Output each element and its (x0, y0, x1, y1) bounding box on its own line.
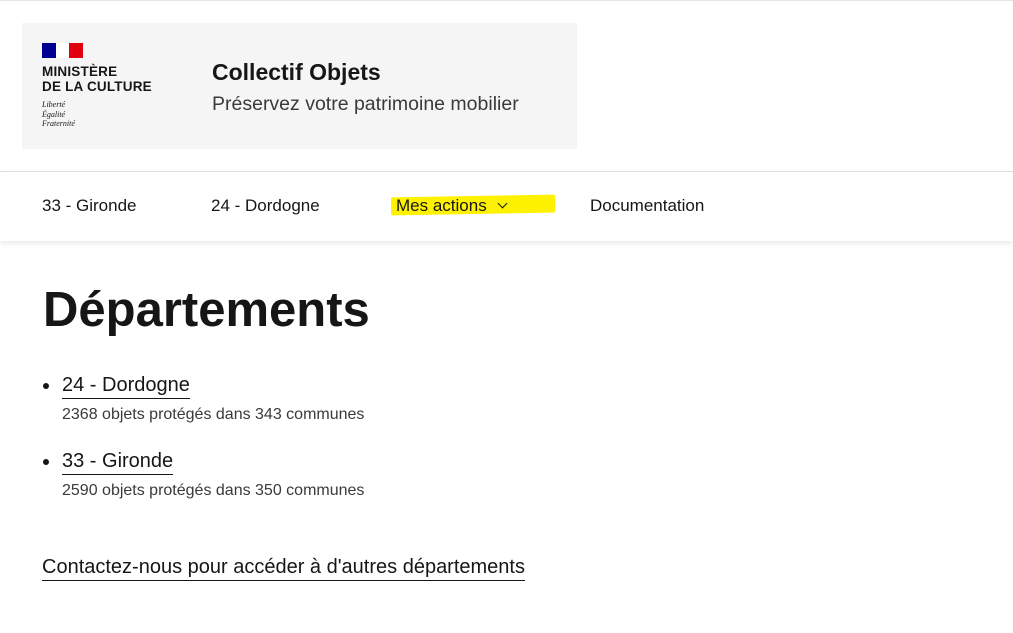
departments-list: 24 - Dordogne 2368 objets protégés dans … (43, 372, 743, 524)
list-item: 33 - Gironde 2590 objets protégés dans 3… (43, 448, 743, 524)
republic-motto: Liberté Égalité Fraternité (42, 100, 75, 129)
department-summary: 2590 objets protégés dans 350 communes (62, 482, 365, 499)
department-link-dordogne[interactable]: 24 - Dordogne (62, 372, 190, 399)
list-item: 24 - Dordogne 2368 objets protégés dans … (43, 372, 743, 448)
bullet-icon (43, 383, 49, 389)
motto-egalite: Égalité (42, 109, 66, 119)
nav-item-dordogne[interactable]: 24 - Dordogne (211, 196, 320, 216)
chevron-down-icon (497, 198, 508, 209)
marianne-flag-icon (42, 43, 83, 58)
mes-actions-label: Mes actions (396, 196, 487, 215)
nav-item-documentation[interactable]: Documentation (590, 196, 704, 216)
department-link-gironde[interactable]: 33 - Gironde (62, 448, 174, 475)
nav-item-gironde[interactable]: 33 - Gironde (42, 196, 137, 216)
top-border (0, 0, 1013, 1)
bullet-icon (43, 459, 49, 465)
department-summary: 2368 objets protégés dans 343 communes (62, 406, 365, 423)
ministry-name-line1: MINISTÈRE (42, 64, 118, 79)
site-title[interactable]: Collectif Objets (212, 59, 381, 85)
motto-liberte: Liberté (42, 100, 66, 109)
ministry-logo[interactable]: MINISTÈRE DE LA CULTURE Liberté Égalité … (42, 43, 182, 138)
page-title: Départements (43, 283, 370, 337)
nav-item-mes-actions[interactable]: Mes actions (396, 196, 508, 216)
site-tagline: Préservez votre patrimoine mobilier (212, 93, 519, 115)
motto-fraternite: Fraternité (42, 119, 75, 128)
contact-link[interactable]: Contactez-nous pour accéder à d'autres d… (42, 554, 525, 581)
main-navigation: 33 - Gironde 24 - Dordogne Mes actions D… (0, 171, 1013, 241)
ministry-name-line2: DE LA CULTURE (42, 79, 152, 94)
header-brand: MINISTÈRE DE LA CULTURE Liberté Égalité … (22, 23, 577, 149)
